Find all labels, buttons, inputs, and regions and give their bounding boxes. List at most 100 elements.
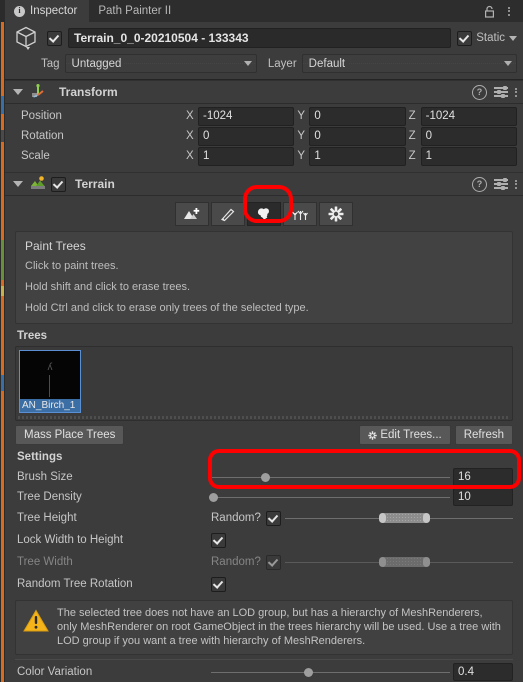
rotation-x-input[interactable]: 0 [198, 126, 295, 146]
terrain-icon [30, 175, 46, 193]
position-y-input[interactable]: 0 [309, 106, 406, 126]
help-icon[interactable]: ? [472, 84, 487, 100]
lock-width-to-height-checkbox[interactable] [211, 532, 226, 548]
gear-icon [368, 430, 378, 440]
slider-knob[interactable] [261, 473, 271, 482]
layer-value: Default [308, 57, 349, 70]
scale-z-input[interactable]: 1 [420, 146, 517, 166]
terrain-settings-gear-icon[interactable] [319, 202, 353, 226]
kebab-menu-icon[interactable] [515, 179, 517, 189]
range-handle-min[interactable] [378, 513, 386, 523]
tree-height-random-checkbox[interactable] [265, 510, 281, 526]
rotation-z-input[interactable]: 0 [420, 126, 517, 146]
range-handle-max[interactable] [423, 513, 431, 523]
palette-scrollbar[interactable] [18, 416, 510, 419]
tab-path-painter[interactable]: Path Painter II [89, 0, 183, 22]
tag-dropdown[interactable]: Untagged [64, 54, 257, 73]
edge-swatch [1, 286, 4, 296]
terrain-component-header[interactable]: Terrain ? [5, 172, 523, 196]
help-box-title: Paint Trees [25, 239, 86, 253]
static-control: Static [457, 30, 517, 46]
object-header: Terrain_0_0-20210504 - 133343 Static Tag… [5, 22, 523, 80]
layer-dropdown[interactable]: Default [301, 54, 517, 73]
terrain-body: Paint Trees Click to paint trees. Hold s… [5, 196, 523, 682]
tab-bar: i Inspector Path Painter II [5, 0, 523, 22]
axis-z-label: Z [408, 130, 416, 142]
range-fill [382, 513, 427, 523]
static-dropdown-arrow-icon[interactable] [509, 35, 517, 41]
tree-height-label: Tree Height [17, 512, 77, 524]
color-variation-slider[interactable] [211, 664, 450, 680]
rotation-y-value: 0 [314, 130, 321, 142]
tree-preview-image: ʎ [47, 362, 53, 373]
slider-knob[interactable] [304, 668, 314, 677]
random-tree-rotation-label: Random Tree Rotation [17, 578, 133, 590]
static-checkbox[interactable] [457, 30, 473, 46]
color-variation-value: 0.4 [458, 666, 474, 678]
transform-title: Transform [59, 85, 118, 99]
inspector-window: i Inspector Path Painter II Terrain_0_0-… [0, 0, 523, 682]
gameobject-enabled-checkbox[interactable] [47, 30, 62, 46]
edge-swatch [1, 96, 4, 114]
brush-size-slider[interactable] [211, 469, 450, 485]
tab-path-painter-label: Path Painter II [98, 5, 172, 17]
foldout-arrow-icon[interactable] [13, 181, 23, 187]
foldout-arrow-icon[interactable] [13, 89, 23, 95]
slider-track [211, 476, 450, 478]
edit-trees-button[interactable]: Edit Trees... [359, 425, 451, 445]
position-x-input[interactable]: -1024 [198, 106, 295, 126]
lock-icon[interactable] [480, 1, 498, 21]
slider-track [211, 671, 450, 673]
preset-icon[interactable] [494, 86, 508, 98]
lod-warning-text: The selected tree does not have an LOD g… [57, 607, 501, 647]
paint-details-icon[interactable] [283, 202, 317, 226]
chevron-down-icon [504, 61, 512, 66]
scale-y-input[interactable]: 1 [309, 146, 406, 166]
rotation-x-value: 0 [203, 130, 210, 142]
color-variation-row: Color Variation 0.4 [15, 662, 513, 682]
rotation-label: Rotation [21, 130, 64, 142]
paint-terrain-brush-icon[interactable] [211, 202, 245, 226]
help-box-line: Hold Ctrl and click to erase only trees … [25, 302, 309, 314]
position-z-input[interactable]: -1024 [420, 106, 517, 126]
refresh-trees-button[interactable]: Refresh [454, 425, 513, 445]
scale-z-value: 1 [425, 150, 433, 162]
tab-inspector[interactable]: i Inspector [5, 0, 90, 22]
position-x-value: -1024 [203, 110, 233, 122]
scale-x-input[interactable]: 1 [198, 146, 295, 166]
layer-label: Layer [267, 57, 297, 70]
mass-place-trees-button[interactable]: Mass Place Trees [15, 425, 125, 445]
chevron-down-icon [243, 61, 252, 66]
terrain-title: Terrain [75, 177, 115, 191]
help-icon[interactable]: ? [472, 176, 487, 192]
random-tree-rotation-checkbox[interactable] [211, 576, 226, 592]
rotation-y-input[interactable]: 0 [309, 126, 406, 146]
help-box-line: Click to paint trees. [25, 260, 119, 272]
tree-width-range-slider [284, 554, 513, 570]
tree-width-random-checkbox [265, 554, 281, 570]
tree-density-input[interactable]: 10 [453, 488, 513, 506]
position-z-value: -1024 [425, 110, 456, 122]
refresh-label: Refresh [463, 429, 504, 441]
kebab-menu-icon[interactable] [500, 1, 518, 21]
settings-label: Settings [17, 451, 63, 463]
brush-size-input[interactable]: 16 [453, 468, 513, 486]
inspector-panel: i Inspector Path Painter II Terrain_0_0-… [5, 0, 523, 682]
tree-density-slider[interactable] [208, 489, 450, 505]
tab-bar-actions [480, 0, 523, 22]
tree-palette[interactable]: ʎ AN_Birch_1 [15, 346, 513, 421]
gameobject-name-input[interactable]: Terrain_0_0-20210504 - 133343 [68, 28, 452, 48]
preset-icon[interactable] [494, 178, 508, 190]
axis-z-label: Z [408, 150, 416, 162]
paint-trees-icon[interactable] [247, 202, 281, 226]
axis-x-label: X [186, 110, 194, 122]
tree-height-range-slider[interactable] [284, 510, 513, 526]
terrain-enabled-checkbox[interactable] [51, 176, 66, 192]
kebab-menu-icon[interactable] [515, 87, 517, 97]
color-variation-input[interactable]: 0.4 [453, 663, 513, 681]
terrain-header-actions: ? [472, 176, 517, 192]
tree-palette-item[interactable]: ʎ AN_Birch_1 [19, 350, 81, 413]
create-neighbor-terrains-icon[interactable] [175, 202, 209, 226]
slider-knob[interactable] [208, 493, 218, 502]
transform-component-header[interactable]: Transform ? [5, 80, 523, 104]
